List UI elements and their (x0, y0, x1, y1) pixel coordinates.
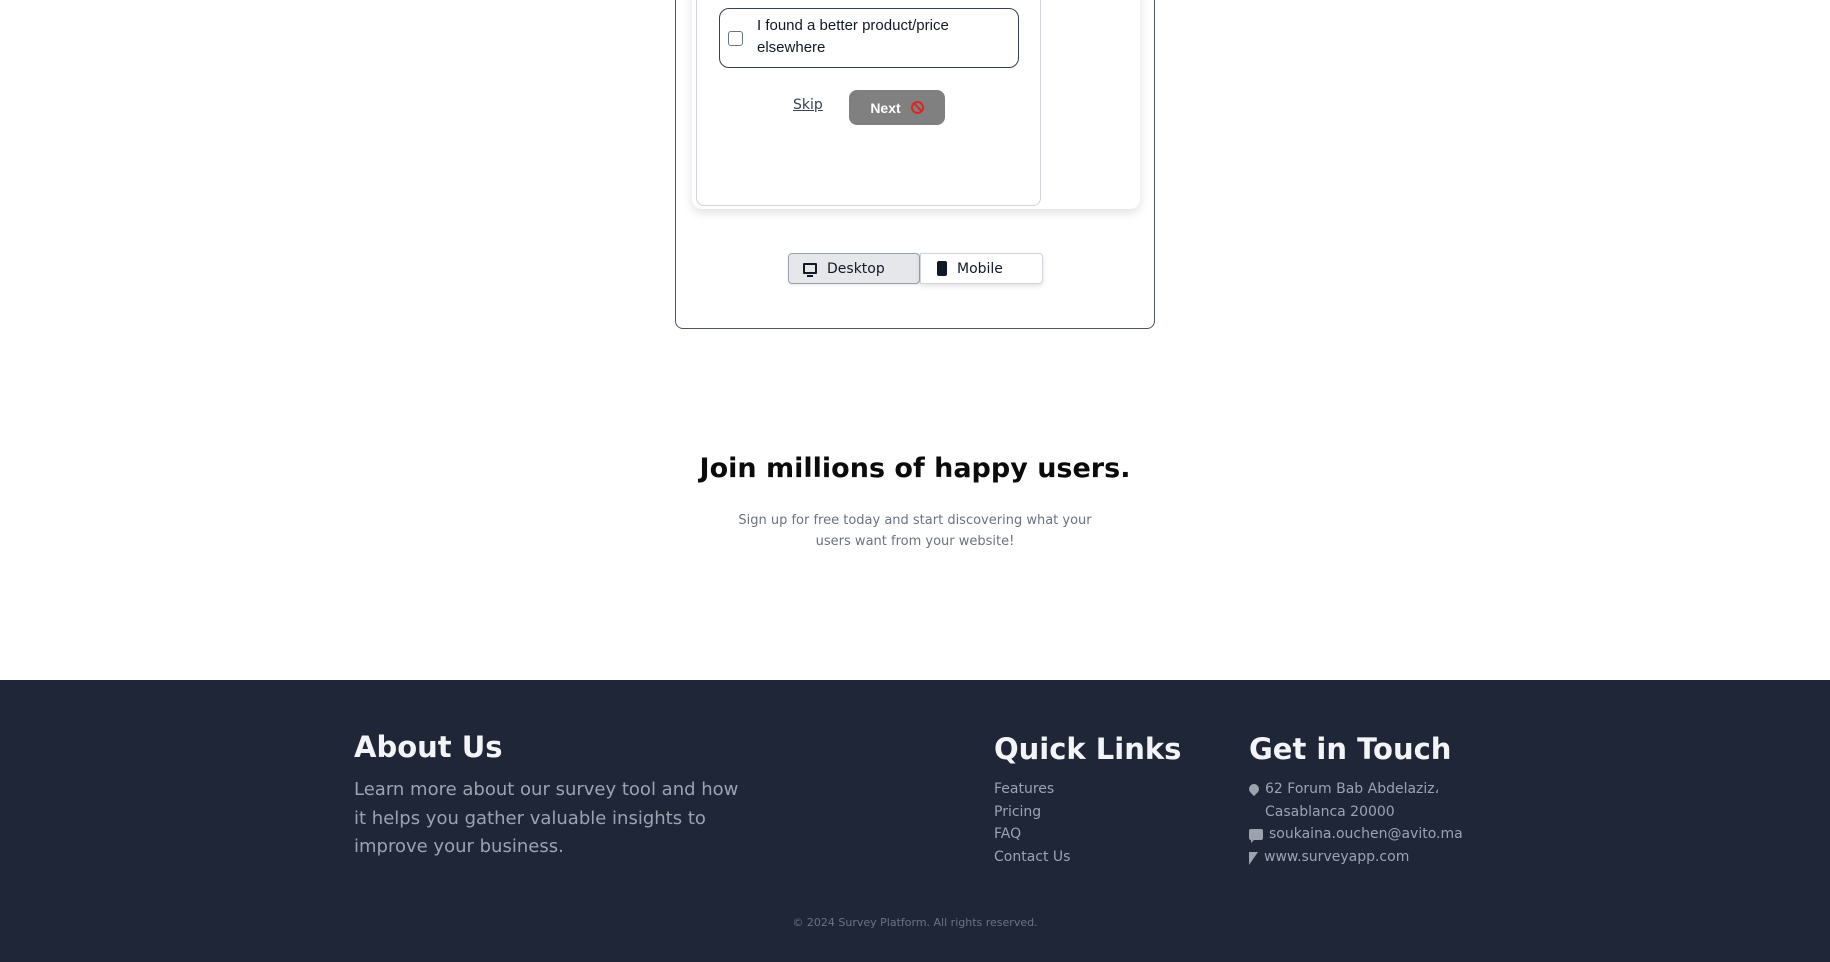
website-text[interactable]: www.surveyapp.com (1264, 846, 1409, 869)
next-button[interactable]: Next (849, 90, 945, 125)
mobile-toggle[interactable]: Mobile (920, 253, 1043, 284)
about-text: Learn more about our survey tool and how… (354, 779, 739, 857)
view-toggle: Desktop Mobile (788, 253, 1043, 284)
survey-preview-card: I found a better product/price elsewhere… (675, 0, 1155, 329)
email-text[interactable]: soukaina.ouchen@avito.ma (1269, 823, 1463, 846)
cta-title: Join millions of happy users. (699, 453, 1131, 484)
quick-link-pricing[interactable]: Pricing (994, 801, 1070, 824)
survey-panel: I found a better product/price elsewhere… (696, 0, 1041, 206)
quick-links-title: Quick Links (994, 732, 1182, 766)
answer-option[interactable]: I found a better product/price elsewhere (719, 8, 1019, 68)
desktop-toggle-label: Desktop (827, 260, 885, 277)
quick-link-features[interactable]: Features (994, 778, 1070, 801)
desktop-icon (803, 263, 817, 277)
get-in-touch-title: Get in Touch (1249, 732, 1452, 766)
quick-link-faq[interactable]: FAQ (994, 823, 1070, 846)
cta-subtitle: Sign up for free today and start discove… (738, 513, 1092, 549)
contact-website[interactable]: www.surveyapp.com (1249, 846, 1479, 869)
site-footer: About Us Learn more about our survey too… (0, 680, 1830, 962)
contact-email[interactable]: soukaina.ouchen@avito.ma (1249, 823, 1479, 846)
next-button-label: Next (870, 99, 901, 116)
option-checkbox[interactable] (728, 31, 743, 46)
desktop-toggle[interactable]: Desktop (788, 253, 920, 284)
about-title: About Us (354, 730, 503, 764)
contact-list: 62 Forum Bab Abdelaziz، Casablanca 20000… (1246, 778, 1479, 869)
cursor-icon (1249, 851, 1258, 865)
quick-link-contact[interactable]: Contact Us (994, 846, 1070, 869)
ban-icon (910, 101, 924, 114)
quick-links-list: Features Pricing FAQ Contact Us (994, 778, 1070, 868)
contact-address: 62 Forum Bab Abdelaziz، Casablanca 20000 (1246, 778, 1479, 823)
option-label: I found a better product/price elsewhere (757, 17, 949, 56)
map-pin-icon (1246, 781, 1262, 797)
mobile-icon (937, 261, 947, 276)
address-text: 62 Forum Bab Abdelaziz، Casablanca 20000 (1265, 781, 1440, 820)
preview-frame: I found a better product/price elsewhere… (692, 0, 1140, 209)
skip-link[interactable]: Skip (793, 97, 823, 113)
mobile-toggle-label: Mobile (957, 260, 1003, 277)
copyright: © 2024 Survey Platform. All rights reser… (792, 916, 1038, 929)
chat-icon (1249, 829, 1263, 843)
